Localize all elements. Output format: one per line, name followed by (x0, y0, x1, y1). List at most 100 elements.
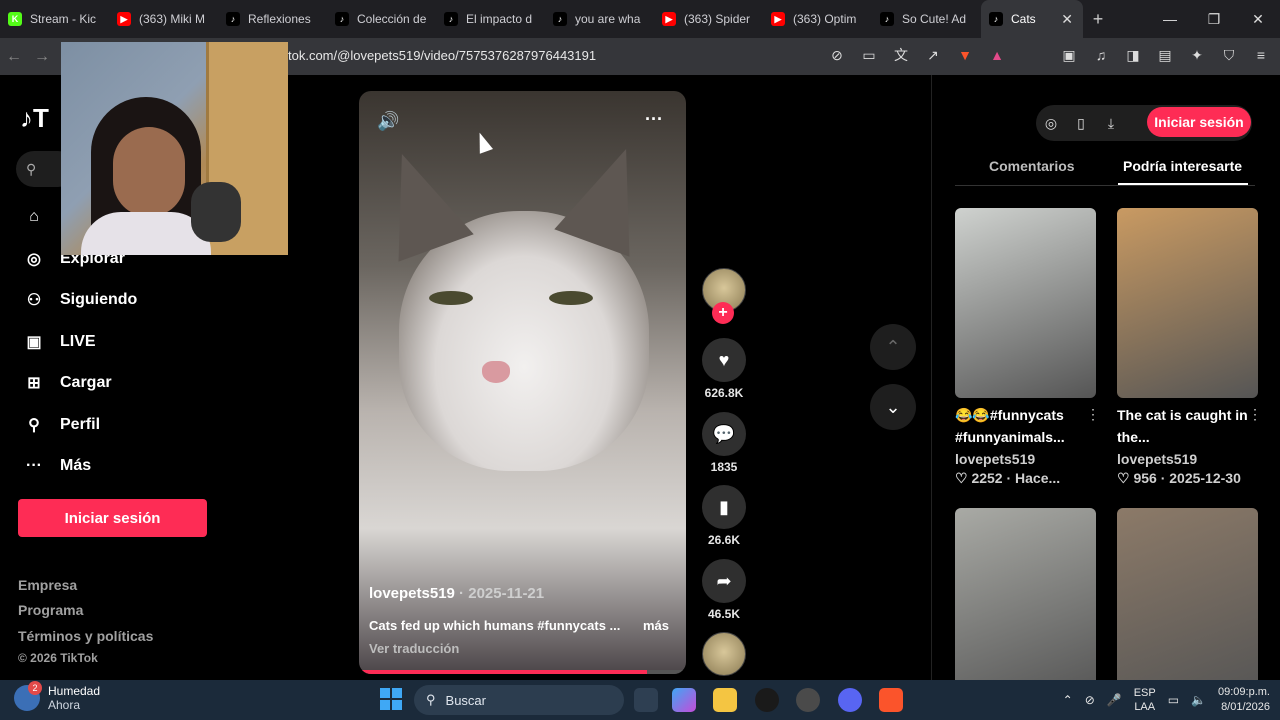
more-link[interactable]: más (643, 618, 669, 633)
download-icon[interactable]: ⤓ (1096, 115, 1126, 132)
bookmark-icon[interactable]: ▮ (702, 485, 746, 529)
card-username[interactable]: lovepets519 (1117, 451, 1197, 467)
video-player[interactable]: 🔊 ··· lovepets519 · 2025-11-21 Cats fed … (359, 91, 686, 674)
previous-video-button[interactable]: ⌃ (870, 324, 916, 370)
footer-link-programa[interactable]: Programa (18, 602, 83, 618)
media-icon[interactable]: ♫ (1090, 44, 1112, 66)
translate-icon[interactable]: 文 (890, 44, 912, 66)
save-action[interactable]: ▮ 26.6K (700, 485, 748, 547)
video-thumbnail[interactable] (955, 508, 1096, 698)
new-tab-button[interactable]: + (1083, 9, 1113, 30)
app-icon[interactable] (796, 688, 820, 712)
taskbar-search[interactable]: ⚲ Buscar (414, 685, 624, 715)
browser-tab[interactable]: ♪ Reflexiones (218, 0, 327, 38)
vpn-icon[interactable]: ⛉ (1218, 44, 1240, 66)
video-thumbnail[interactable] (1117, 208, 1258, 398)
obs-icon[interactable] (755, 688, 779, 712)
cast-icon[interactable]: ▭ (858, 44, 880, 66)
brave-rewards-icon[interactable]: ▲ (986, 44, 1008, 66)
discord-icon[interactable] (838, 688, 862, 712)
card-title[interactable]: The cat is caught in the... (1117, 404, 1257, 448)
no-video-icon[interactable]: ⊘ (826, 44, 848, 66)
close-tab-icon[interactable]: ✕ (1061, 11, 1073, 28)
brave-shield-icon[interactable]: ▼ (954, 44, 976, 66)
share-action[interactable]: ➦ 46.5K (700, 559, 748, 621)
footer-link-terms[interactable]: Términos y políticas (18, 628, 153, 644)
header-login-button[interactable]: Iniciar sesión (1147, 107, 1251, 137)
footer-link-empresa[interactable]: Empresa (18, 577, 77, 593)
browser-tab[interactable]: ♪ Cats ✕ (981, 0, 1083, 38)
maximize-button[interactable]: ❐ (1192, 0, 1236, 38)
next-video-button[interactable]: ⌄ (870, 384, 916, 430)
browser-tab[interactable]: ♪ So Cute! Ad (872, 0, 981, 38)
browser-tab[interactable]: ▶ (363) Miki M (109, 0, 218, 38)
more-options-icon[interactable]: ··· (645, 109, 663, 130)
language-indicator[interactable]: ESP LAA (1134, 686, 1156, 714)
video-progress-bar[interactable] (359, 670, 686, 674)
display-icon[interactable]: ▭ (1168, 693, 1179, 707)
share-arrow-icon[interactable]: ➦ (702, 559, 746, 603)
compass-icon[interactable]: ◎ (1036, 115, 1066, 132)
wallet-icon[interactable]: ▤ (1154, 44, 1176, 66)
clock[interactable]: 09:09:p.m. 8/01/2026 (1218, 685, 1270, 715)
sidebar-item-perfil[interactable]: ⚲ Perfil (22, 413, 100, 437)
card-title[interactable]: 😂😂#funnycats #funnyanimals... (955, 404, 1095, 448)
file-explorer-icon[interactable] (713, 688, 737, 712)
sidebar-item-ms[interactable]: ··· Más (22, 454, 91, 478)
sidebar-login-button[interactable]: Iniciar sesión (18, 499, 207, 537)
comment-icon[interactable]: 💬 (702, 412, 746, 456)
tab-suggested[interactable]: Podría interesarte (1123, 158, 1242, 174)
tiktok-logo[interactable]: ♪T (20, 103, 49, 134)
leo-ai-icon[interactable]: ✦ (1186, 44, 1208, 66)
start-button[interactable] (380, 688, 402, 710)
network-off-icon[interactable]: ⊘ (1085, 693, 1095, 707)
like-count: 626.8K (704, 386, 744, 400)
card-menu-icon[interactable]: ⋮ (1248, 406, 1262, 423)
brave-icon[interactable] (879, 688, 903, 712)
video-thumbnail[interactable] (955, 208, 1096, 398)
weather-widget[interactable]: 2 Humedad Ahora (14, 681, 100, 712)
volume-icon[interactable]: 🔈 (1191, 693, 1206, 707)
browser-tab[interactable]: ♪ you are wha (545, 0, 654, 38)
task-view-icon[interactable] (634, 688, 658, 712)
office-icon[interactable] (672, 688, 696, 712)
video-username[interactable]: lovepets519 (369, 585, 455, 602)
reading-pane-icon[interactable]: ◨ (1122, 44, 1144, 66)
music-disc-icon[interactable] (702, 632, 746, 676)
youtube-icon: ▶ (117, 12, 131, 26)
browser-tab[interactable]: ▶ (363) Spider (654, 0, 763, 38)
tab-comments[interactable]: Comentarios (989, 158, 1075, 174)
url-field[interactable]: tok.com/@lovepets519/video/7575376287976… (288, 48, 596, 63)
sidebar-item-live[interactable]: ▣ LIVE (22, 330, 95, 354)
share-icon[interactable]: ↗ (922, 44, 944, 66)
comment-action[interactable]: 💬 1835 (700, 412, 748, 474)
card-username[interactable]: lovepets519 (955, 451, 1035, 467)
sidebar-item-home[interactable]: ⌂ (22, 205, 60, 229)
back-button[interactable]: ← (0, 48, 28, 66)
sidebar-item-siguiendo[interactable]: ⚇ Siguiendo (22, 288, 138, 312)
music-disc-button[interactable] (700, 632, 748, 676)
chevron-up-icon[interactable]: ⌃ (1063, 693, 1073, 707)
browser-tab[interactable]: ♪ El impacto d (436, 0, 545, 38)
browser-tab[interactable]: K Stream - Kic (0, 0, 109, 38)
sidebar-toggle-icon[interactable]: ▣ (1058, 44, 1080, 66)
video-thumbnail[interactable] (1117, 508, 1258, 698)
browser-tab[interactable]: ▶ (363) Optim (763, 0, 872, 38)
person-face (113, 127, 185, 217)
translate-link[interactable]: Ver traducción (369, 641, 459, 656)
follow-plus-icon[interactable]: + (712, 302, 734, 324)
minimize-button[interactable]: — (1148, 0, 1192, 38)
forward-button[interactable]: → (28, 48, 56, 66)
menu-icon[interactable]: ≡ (1250, 44, 1272, 66)
close-window-button[interactable]: ✕ (1236, 0, 1280, 38)
browser-tab[interactable]: ♪ Colección de (327, 0, 436, 38)
like-action[interactable]: ♥ 626.8K (700, 338, 748, 400)
phone-icon[interactable]: ▯ (1066, 115, 1096, 132)
heart-icon[interactable]: ♥ (702, 338, 746, 382)
microphone-icon[interactable]: 🎤 (1107, 693, 1122, 707)
sidebar-item-cargar[interactable]: ⊞ Cargar (22, 371, 111, 395)
card-menu-icon[interactable]: ⋮ (1086, 406, 1100, 423)
volume-icon[interactable]: 🔊 (377, 111, 399, 132)
author-avatar-button[interactable]: + (700, 268, 748, 324)
video-author[interactable]: lovepets519 · 2025-11-21 (369, 585, 544, 602)
